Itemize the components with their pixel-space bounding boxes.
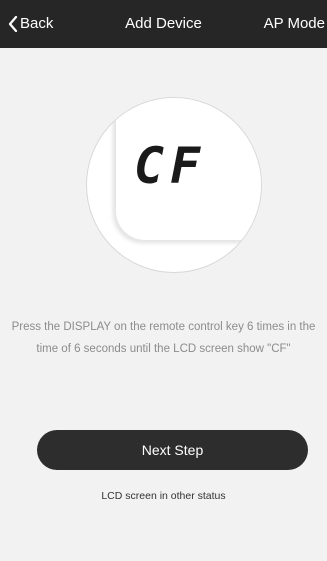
lcd-illustration: CF: [86, 97, 262, 273]
lcd-display-panel: CF: [115, 98, 261, 241]
next-step-button[interactable]: Next Step: [37, 430, 308, 470]
lcd-display-text: CF: [133, 137, 207, 195]
back-button[interactable]: Back: [8, 0, 53, 48]
ap-mode-button[interactable]: AP Mode: [264, 0, 325, 48]
instruction-text: Press the DISPLAY on the remote control …: [11, 321, 316, 355]
back-label: Back: [20, 15, 54, 32]
chevron-left-icon: [8, 16, 18, 32]
navbar: Back Add Device AP Mode: [0, 0, 327, 48]
lcd-other-status-link[interactable]: LCD screen in other status: [0, 489, 327, 503]
